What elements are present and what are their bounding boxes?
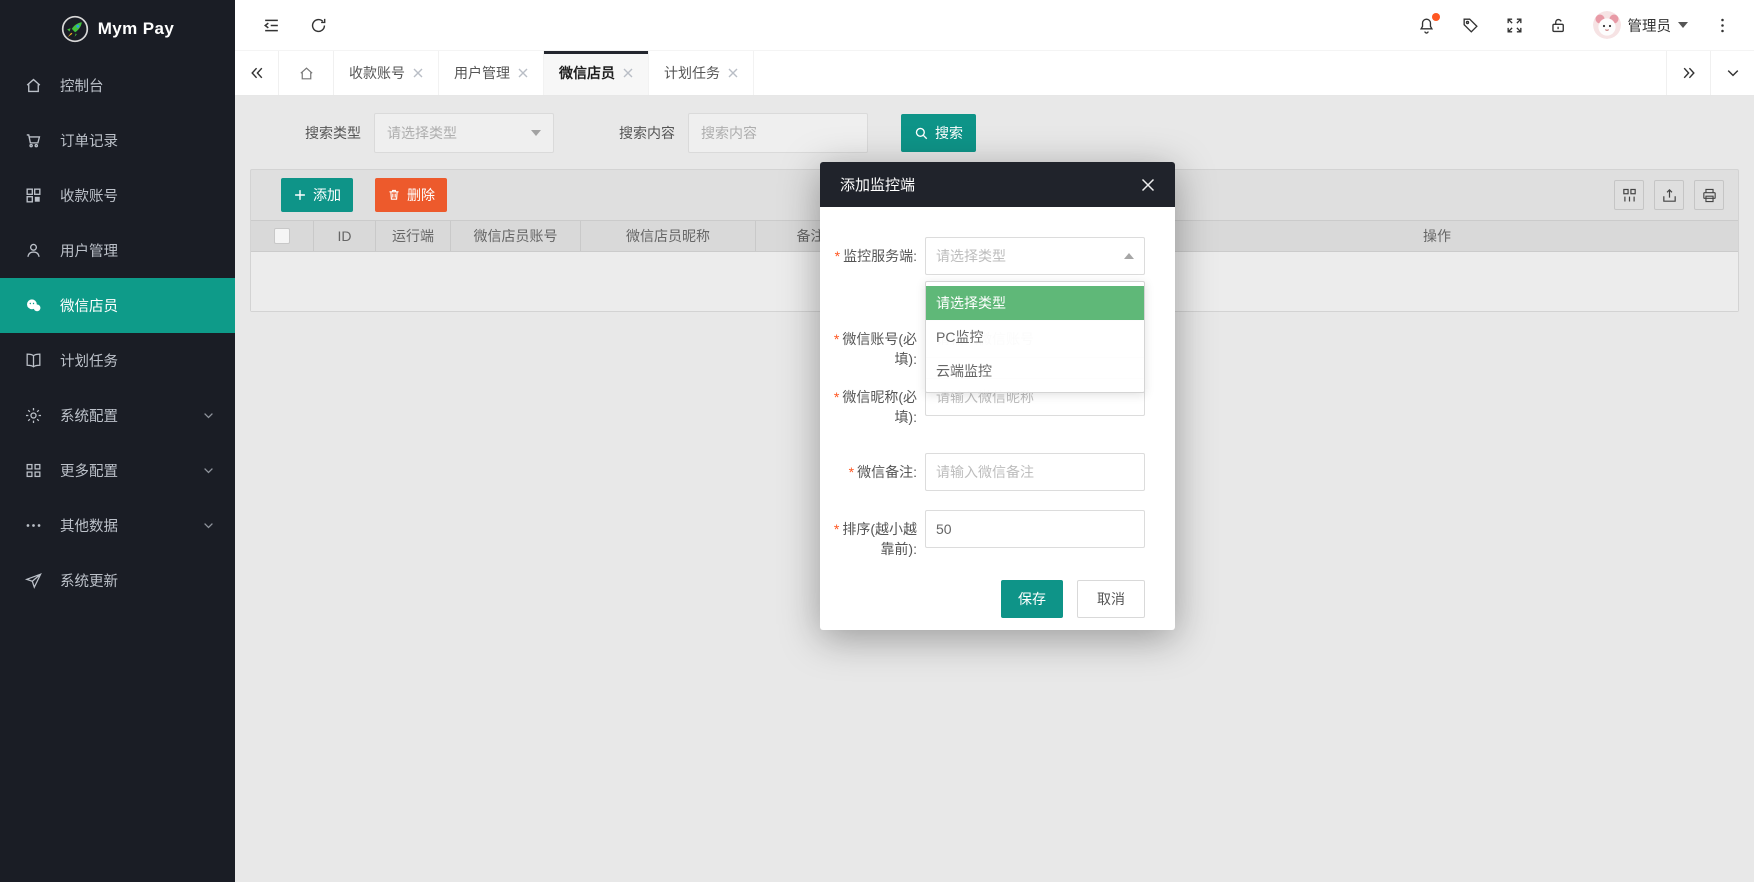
chevron-down-icon [202, 464, 215, 477]
search-form: 搜索类型 请选择类型 搜索内容 搜索 [305, 113, 976, 153]
tabs-scroll-left-button[interactable] [235, 51, 279, 95]
dropdown-option[interactable]: PC监控 [926, 320, 1144, 354]
tabbar-spacer [754, 51, 1666, 95]
sidebar-item[interactable]: 控制台 [0, 58, 235, 113]
field-label-wechat-account: *微信账号(必填): [828, 329, 917, 369]
tab-bar: 收款账号 用户管理 微信店员 计划任务 [235, 50, 1754, 96]
fullscreen-icon[interactable] [1505, 16, 1524, 35]
dropdown-option[interactable]: 云端监控 [926, 354, 1144, 388]
sort-order-input[interactable] [925, 510, 1145, 548]
save-button[interactable]: 保存 [1001, 580, 1063, 618]
search-icon [914, 126, 929, 141]
brand-name: Mym Pay [98, 19, 175, 39]
tab[interactable]: 用户管理 [439, 51, 544, 95]
rocket-logo-icon [61, 15, 89, 43]
sidebar-item[interactable]: 系统配置 [0, 388, 235, 443]
tab-close-icon[interactable] [728, 68, 738, 78]
add-monitor-modal: 添加监控端 *监控服务端: 请选择类型 *微信账号(必填): *微信昵称(必填)… [820, 162, 1175, 630]
print-icon [1701, 187, 1718, 204]
tag-icon[interactable] [1461, 16, 1480, 35]
table-column-header: ID [314, 221, 376, 251]
plus-icon [293, 188, 307, 202]
tabs-scroll-right-button[interactable] [1666, 51, 1710, 95]
sidebar-item[interactable]: 用户管理 [0, 223, 235, 278]
search-type-placeholder: 请选择类型 [387, 123, 457, 143]
field-label-monitor-server: *监控服务端: [828, 246, 917, 266]
field-label-sort-order: *排序(越小越靠前): [828, 519, 917, 559]
home-icon [298, 65, 315, 82]
field-label-wechat-remark: *微信备注: [828, 462, 917, 482]
tab-home[interactable] [279, 51, 334, 95]
export-icon [1661, 187, 1678, 204]
sidebar-item[interactable]: 计划任务 [0, 333, 235, 388]
select-all-cell [251, 221, 314, 251]
table-column-header: 微信店员账号 [451, 221, 581, 251]
modal-title: 添加监控端 [840, 174, 915, 195]
trash-icon [387, 188, 401, 202]
tab[interactable]: 微信店员 [544, 51, 649, 95]
tab-close-icon[interactable] [518, 68, 528, 78]
notifications-bell-icon[interactable] [1417, 16, 1436, 35]
wechat-remark-input[interactable] [925, 453, 1145, 491]
modal-body: *监控服务端: 请选择类型 *微信账号(必填): *微信昵称(必填): *微信备… [820, 207, 1175, 630]
export-button[interactable] [1654, 180, 1684, 210]
columns-icon [1621, 187, 1638, 204]
delete-button[interactable]: 删除 [375, 178, 447, 212]
select-caret-icon [531, 130, 541, 136]
tab-close-icon[interactable] [413, 68, 423, 78]
sidebar-item[interactable]: 更多配置 [0, 443, 235, 498]
cancel-button[interactable]: 取消 [1077, 580, 1145, 618]
search-content-input[interactable] [688, 113, 868, 153]
search-button[interactable]: 搜索 [901, 114, 976, 152]
close-icon[interactable] [1141, 178, 1155, 192]
brand-logo: Mym Pay [0, 0, 235, 58]
monitor-server-select[interactable]: 请选择类型 [925, 237, 1145, 275]
search-type-select[interactable]: 请选择类型 [374, 113, 554, 153]
sidebar-menu: 控制台 订单记录 收款账号 [0, 58, 235, 608]
tabs-menu-button[interactable] [1710, 51, 1754, 95]
modal-header: 添加监控端 [820, 162, 1175, 207]
refresh-icon[interactable] [309, 16, 328, 35]
more-kebab-icon[interactable] [1713, 16, 1732, 35]
admin-menu[interactable]: 管理员 [1593, 11, 1689, 39]
sidebar-item[interactable]: 其他数据 [0, 498, 235, 553]
dropdown-option[interactable]: 请选择类型 [926, 286, 1144, 320]
tab-close-icon[interactable] [623, 68, 633, 78]
table-column-header: 运行端 [376, 221, 451, 251]
add-button[interactable]: 添加 [281, 178, 353, 212]
lock-icon[interactable] [1549, 16, 1568, 35]
select-caret-up-icon [1124, 253, 1134, 259]
sidebar-item[interactable]: 订单记录 [0, 113, 235, 168]
sidebar-item[interactable]: 微信店员 [0, 278, 235, 333]
sidebar-item[interactable]: 收款账号 [0, 168, 235, 223]
tab[interactable]: 计划任务 [649, 51, 754, 95]
top-bar: 管理员 [235, 0, 1754, 50]
columns-filter-button[interactable] [1614, 180, 1644, 210]
admin-label: 管理员 [1628, 15, 1672, 36]
table-tools [1614, 180, 1724, 210]
avatar[interactable] [1593, 11, 1621, 39]
tab[interactable]: 收款账号 [334, 51, 439, 95]
search-type-label: 搜索类型 [305, 123, 361, 143]
notification-dot [1432, 13, 1440, 21]
table-column-header: 微信店员昵称 [581, 221, 756, 251]
sidebar-item[interactable]: 系统更新 [0, 553, 235, 608]
collapse-menu-icon[interactable] [262, 16, 281, 35]
caret-down-icon [1678, 22, 1688, 28]
select-all-checkbox[interactable] [274, 228, 290, 244]
field-label-wechat-nickname: *微信昵称(必填): [828, 387, 917, 427]
sidebar: Mym Pay 控制台 订单记录 收款账号 [0, 0, 235, 882]
chevron-down-icon [202, 519, 215, 532]
monitor-server-dropdown: 请选择类型 PC监控 云端监控 [925, 281, 1145, 393]
print-button[interactable] [1694, 180, 1724, 210]
chevron-down-icon [202, 409, 215, 422]
search-content-label: 搜索内容 [619, 123, 675, 143]
